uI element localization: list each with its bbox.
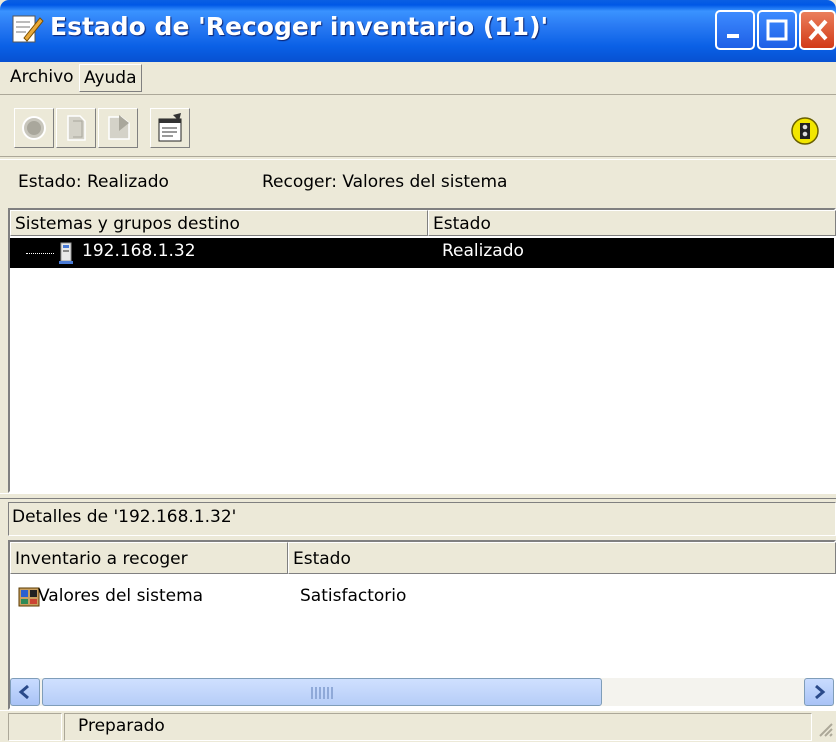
stop-button[interactable]: [14, 108, 54, 148]
status-panel-left: [8, 713, 62, 741]
title-bar[interactable]: Estado de 'Recoger inventario (11)': [0, 0, 836, 62]
system-name: 192.168.1.32: [82, 241, 196, 261]
maximize-icon: [766, 19, 788, 41]
status-text: Preparado: [78, 716, 165, 736]
column-header-estado[interactable]: Estado: [428, 210, 836, 236]
close-icon: [808, 19, 828, 41]
tree-connector: [26, 253, 54, 254]
minimize-button[interactable]: [715, 10, 755, 50]
resize-grip-icon[interactable]: [814, 718, 834, 738]
menu-bar: Archivo Ayuda: [0, 62, 836, 95]
column-header-sistemas[interactable]: Sistemas y grupos destino: [10, 210, 428, 236]
status-panel-main: [64, 713, 812, 741]
status-estado: Estado: Realizado: [18, 172, 169, 192]
status-recoger: Recoger: Valores del sistema: [262, 172, 508, 192]
details-title: Detalles de '192.168.1.32': [12, 507, 237, 527]
chevron-right-icon: [815, 684, 826, 700]
close-button[interactable]: [799, 10, 836, 50]
horizontal-scrollbar[interactable]: [10, 678, 834, 706]
scroll-thumb-grip: [311, 687, 335, 699]
properties-icon: [158, 113, 182, 142]
pane-splitter[interactable]: [0, 493, 836, 499]
traffic-light-icon: [791, 117, 819, 145]
minimize-icon: [727, 34, 739, 38]
app-icon: [12, 15, 44, 43]
toolbar: [0, 96, 836, 156]
scroll-left-button[interactable]: [10, 678, 40, 706]
inventory-item-name: Valores del sistema: [38, 586, 204, 606]
column-header-estado-detalle[interactable]: Estado: [288, 542, 836, 574]
computer-icon: [59, 242, 73, 264]
menu-ayuda[interactable]: Ayuda: [79, 64, 142, 92]
scroll-thumb[interactable]: [42, 678, 602, 706]
scroll-right-button[interactable]: [804, 678, 834, 706]
forward-button[interactable]: [98, 108, 138, 148]
document-button[interactable]: [56, 108, 96, 148]
document-icon: [67, 115, 86, 141]
system-values-icon: [18, 587, 40, 607]
stop-icon: [22, 116, 46, 140]
toolbar-separator: [0, 156, 836, 160]
column-header-inventario[interactable]: Inventario a recoger: [10, 542, 288, 574]
window-title: Estado de 'Recoger inventario (11)': [50, 12, 549, 41]
menu-archivo[interactable]: Archivo: [6, 64, 78, 90]
table-row[interactable]: 192.168.1.32 Realizado: [10, 238, 834, 268]
maximize-button[interactable]: [757, 10, 797, 50]
forward-icon: [108, 115, 130, 140]
properties-button[interactable]: [150, 108, 190, 148]
chevron-left-icon: [18, 684, 29, 700]
inventory-item-status: Satisfactorio: [300, 586, 407, 606]
targets-list[interactable]: Sistemas y grupos destino Estado 192.168…: [8, 208, 836, 493]
system-status: Realizado: [442, 241, 524, 261]
